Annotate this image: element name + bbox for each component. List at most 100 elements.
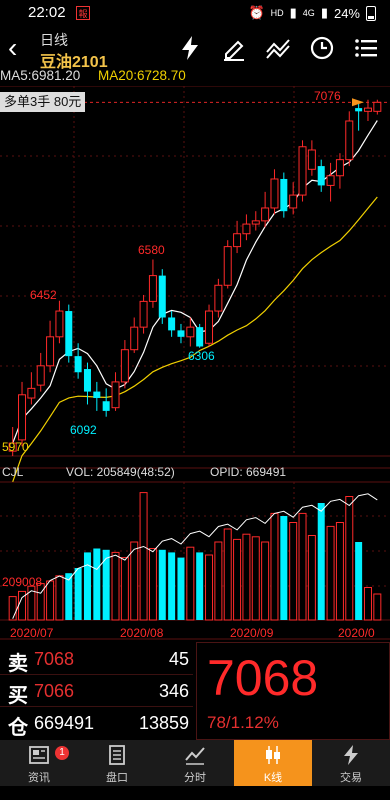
volume-bars	[8, 492, 382, 621]
low-price-label: 5970	[2, 440, 29, 454]
volume-bar	[148, 548, 157, 621]
volume-bar	[261, 541, 270, 621]
volume-bar	[298, 512, 307, 621]
volume-bar	[74, 568, 82, 620]
volume-bar	[177, 557, 185, 620]
volume-bar	[270, 512, 279, 621]
open-interest-change: 13859	[138, 713, 189, 733]
nav-label: 分时	[184, 772, 206, 784]
volume-bar	[214, 541, 223, 621]
candle	[242, 214, 251, 241]
clock-icon[interactable]	[308, 34, 336, 62]
candle	[27, 372, 36, 405]
volume-axis-label: 209008	[2, 575, 42, 589]
candle	[93, 381, 101, 411]
candle	[363, 99, 372, 121]
volume-bar	[363, 587, 372, 621]
nav-news[interactable]: 1 资讯	[0, 740, 78, 786]
volume-bar	[205, 554, 214, 621]
candle	[148, 259, 157, 308]
nav-label: 资讯	[28, 772, 50, 784]
candle-body	[120, 349, 129, 383]
candle-body	[102, 401, 110, 411]
candle	[335, 153, 344, 189]
candle-body	[261, 207, 270, 222]
candle	[223, 240, 232, 289]
volume-value: VOL: 205849(48:52)	[66, 465, 175, 479]
candle-body	[317, 166, 325, 186]
signal-bars-icon: ▮	[320, 5, 328, 20]
candle	[120, 340, 129, 389]
volume-bar	[8, 596, 17, 621]
volume-bar	[223, 528, 232, 621]
candle	[55, 300, 64, 344]
candle-body	[214, 284, 223, 312]
nav-timeline[interactable]: 分时	[156, 740, 234, 786]
candle	[355, 101, 363, 131]
last-price-marker	[352, 98, 364, 107]
volume-bar	[111, 551, 120, 621]
indicator-icon[interactable]	[264, 34, 292, 62]
candle	[317, 159, 325, 192]
status-bar: 22:02 報 ⏰ HD ▮ 4G ▮ 24%	[0, 0, 390, 28]
candle	[83, 362, 91, 405]
volume-bar	[120, 557, 129, 621]
sell-volume: 45	[168, 649, 189, 669]
orderbook-icon	[109, 745, 125, 765]
candle-body	[326, 175, 335, 186]
candle	[261, 191, 270, 228]
news-app-icon: 報	[76, 6, 90, 20]
sell-row[interactable]: 卖 7068 45	[0, 642, 193, 675]
candle-body	[18, 394, 27, 441]
nav-orderbook[interactable]: 盘口	[78, 740, 156, 786]
candle	[326, 162, 335, 202]
volume-bar	[242, 533, 251, 621]
position-badge[interactable]: 多单3手 80元	[0, 92, 86, 112]
x-axis-label: 2020/07	[10, 626, 54, 640]
nav-label: K线	[263, 772, 283, 784]
sell-price: 7068	[34, 649, 75, 669]
candle-body	[46, 336, 55, 367]
high-price-label: 7076	[314, 89, 341, 103]
candle	[345, 111, 354, 167]
buy-label: 买	[8, 685, 28, 707]
candle	[177, 323, 185, 344]
nav-trade[interactable]: 交易	[312, 740, 390, 786]
candle	[36, 352, 45, 392]
candle	[251, 211, 260, 231]
news-badge: 1	[55, 746, 69, 760]
volume-bar	[93, 548, 101, 620]
candle-body	[205, 310, 214, 344]
candle-body	[196, 327, 204, 347]
volume-bar	[307, 535, 316, 621]
signal-label: 4G	[302, 8, 315, 18]
candle	[65, 304, 73, 363]
candle-body	[280, 178, 288, 212]
lightning-icon[interactable]	[176, 34, 204, 62]
candle-body	[307, 149, 316, 170]
buy-price: 7066	[34, 681, 75, 701]
kline-chart[interactable]: 7076706859706452658060926306CJLVOL: 2058…	[0, 86, 390, 642]
news-icon	[29, 746, 49, 764]
network-hd-label: HD	[270, 8, 284, 18]
volume-bar	[196, 552, 204, 620]
volume-bar	[83, 552, 91, 620]
candle	[74, 343, 82, 379]
volume-bar	[280, 516, 288, 620]
trough-label: 6306	[188, 349, 215, 363]
candle-body	[186, 326, 195, 338]
peak-label: 6580	[138, 243, 165, 257]
nav-kline[interactable]: K线	[234, 740, 312, 786]
draw-pen-icon[interactable]	[220, 34, 248, 62]
nav-label: 盘口	[106, 772, 128, 784]
buy-row[interactable]: 买 7066 346	[0, 674, 193, 707]
candlestick-icon	[266, 746, 280, 764]
volume-indicator-name: CJL	[2, 465, 24, 479]
candle-body	[363, 107, 372, 112]
volume-bar	[158, 549, 166, 620]
back-button[interactable]: ‹	[8, 34, 17, 62]
volume-bar	[326, 525, 335, 621]
menu-icon[interactable]	[352, 34, 380, 62]
candle-body	[373, 101, 382, 112]
bottom-nav: 1 资讯 盘口 分时 K线 交易	[0, 740, 390, 786]
